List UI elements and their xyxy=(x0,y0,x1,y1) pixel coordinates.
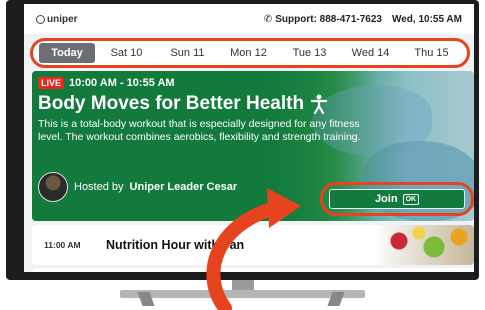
tab-mon-12[interactable]: Mon 12 xyxy=(219,43,278,63)
phone-icon: ✆ xyxy=(263,13,273,25)
class-description: This is a total-body workout that is esp… xyxy=(38,118,361,143)
logo-mark-icon xyxy=(36,14,45,24)
tv-frame: uniper ✆ Support: 888-471-7623 Wed, 10:5… xyxy=(6,0,479,280)
class-time: 10:00 AM - 10:55 AM xyxy=(69,77,175,89)
join-label: Join xyxy=(374,193,398,205)
schedule-title: Nutrition Hour with Jan xyxy=(106,238,245,252)
host-avatar xyxy=(38,172,68,202)
healthy-food-image xyxy=(374,225,474,265)
class-title-row: Body Moves for Better Health xyxy=(38,93,328,115)
current-datetime: Wed, 10:55 AM xyxy=(391,13,462,25)
class-title: Body Moves for Better Health xyxy=(38,93,305,114)
ok-key-icon: OK xyxy=(402,193,420,205)
host-name: Uniper Leader Cesar xyxy=(129,181,238,193)
top-bar: uniper ✆ Support: 888-471-7623 Wed, 10:5… xyxy=(24,4,474,34)
schedule-time: 11:00 AM xyxy=(44,240,81,250)
host-row: Hosted by Uniper Leader Cesar xyxy=(38,172,237,202)
tv-stand-base xyxy=(120,290,365,298)
tab-thu-15[interactable]: Thu 15 xyxy=(402,43,461,63)
schedule-row[interactable]: 11:00 AM Nutrition Hour with Jan xyxy=(32,225,474,265)
support-phone: ✆ Support: 888-471-7623 xyxy=(264,14,382,25)
tab-wed-14[interactable]: Wed 14 xyxy=(341,43,400,63)
live-class-card[interactable]: LIVE 10:00 AM - 10:55 AM Body Moves for … xyxy=(32,71,474,221)
tab-today[interactable]: Today xyxy=(39,43,95,63)
tab-tue-13[interactable]: Tue 13 xyxy=(280,43,339,63)
join-button[interactable]: Join OK xyxy=(329,189,465,209)
tab-sun-11[interactable]: Sun 11 xyxy=(158,43,217,63)
tab-sat-10[interactable]: Sat 10 xyxy=(97,43,156,63)
accessibility-person-icon xyxy=(310,94,328,114)
uniper-logo: uniper xyxy=(36,14,78,25)
support-text: Support: 888-471-7623 xyxy=(275,13,382,25)
hosted-by-label: Hosted by xyxy=(74,181,124,193)
date-tabs: Today Sat 10 Sun 11 Mon 12 Tue 13 Wed 14… xyxy=(30,38,470,68)
next-row-peek xyxy=(32,268,474,272)
live-row: LIVE 10:00 AM - 10:55 AM xyxy=(38,77,175,89)
tv-screen: uniper ✆ Support: 888-471-7623 Wed, 10:5… xyxy=(24,4,474,272)
logo-text: uniper xyxy=(47,13,78,25)
join-highlight: Join OK xyxy=(320,182,474,216)
live-badge: LIVE xyxy=(38,77,65,89)
